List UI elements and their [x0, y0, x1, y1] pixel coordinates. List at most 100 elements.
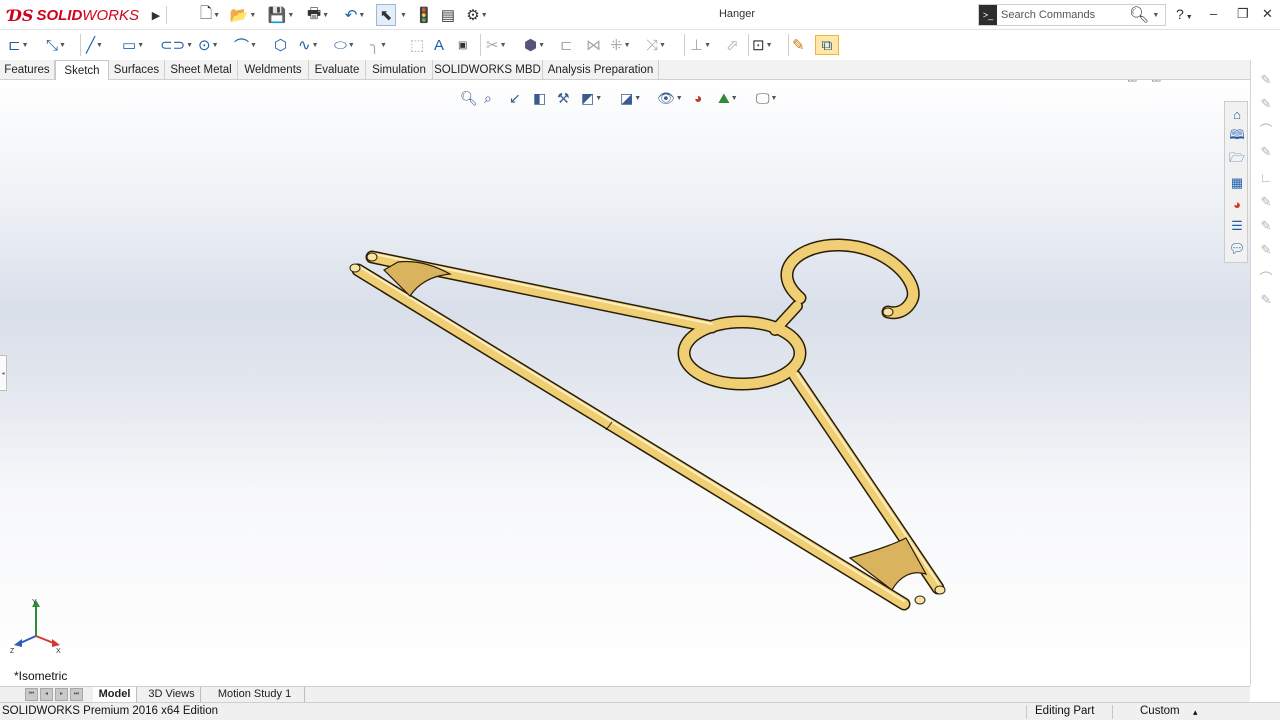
- open-icon: 📂: [229, 7, 249, 24]
- chevron-down-icon[interactable]: ▼: [249, 12, 256, 19]
- print-button[interactable]: 🖶 ▼: [302, 4, 334, 26]
- spline-button[interactable]: ∿ ▼: [298, 35, 326, 55]
- units-arrow-icon[interactable]: ▴: [1193, 707, 1198, 718]
- design-library-tab[interactable]: 🕮: [1227, 127, 1247, 147]
- next-tab-icon[interactable]: ▸: [55, 688, 68, 701]
- chevron-down-icon[interactable]: ▼: [1186, 14, 1193, 21]
- view-palette-tab[interactable]: ▦: [1227, 173, 1247, 193]
- tab-features[interactable]: Features: [0, 60, 55, 80]
- chevron-down-icon[interactable]: ▼: [22, 42, 29, 49]
- chevron-down-icon[interactable]: ▼: [766, 42, 773, 49]
- text-button[interactable]: A: [434, 35, 452, 55]
- options-button[interactable]: ⚙ ▼: [462, 4, 492, 26]
- offset-button[interactable]: ⊏: [560, 35, 582, 55]
- graphics-area[interactable]: 🔍︎ ⌕ ↙ ◧ ⚒ ◩▼ ◪▼ 👁︎▼ ◕ ⛰▼ 🖵▼ ◫ ◫ – ❐ ✕: [0, 80, 1250, 686]
- arc-button[interactable]: ⌒ ▼: [234, 35, 268, 55]
- chevron-down-icon[interactable]: ▼: [348, 42, 355, 49]
- close-button[interactable]: ✕: [1262, 6, 1273, 22]
- chevron-down-icon[interactable]: ▼: [322, 12, 329, 19]
- chevron-down-icon[interactable]: ▼: [213, 12, 220, 19]
- select-dropdown[interactable]: ▼: [398, 4, 408, 26]
- chevron-down-icon[interactable]: ▼: [212, 42, 219, 49]
- chevron-down-icon[interactable]: ▼: [704, 42, 711, 49]
- tab-sheet-metal[interactable]: Sheet Metal: [165, 60, 238, 80]
- rectangle-button[interactable]: ▭ ▼: [122, 35, 156, 55]
- trim-button[interactable]: ✂ ▼: [486, 35, 518, 55]
- tab-evaluate[interactable]: Evaluate: [309, 60, 366, 80]
- tab-surfaces[interactable]: Surfaces: [109, 60, 165, 80]
- chevron-down-icon[interactable]: ▼: [659, 42, 666, 49]
- slot-button[interactable]: ⊂⊃ ▼: [160, 35, 194, 55]
- ellipse-button[interactable]: ⬭ ▼: [334, 35, 364, 55]
- command-manager-tabs: Features Sketch Surfaces Sheet Metal Wel…: [0, 60, 1280, 81]
- file-explorer-tab[interactable]: 🗁: [1227, 150, 1247, 170]
- command-prompt-icon: >_: [979, 5, 997, 25]
- hanger-model[interactable]: [0, 80, 1250, 686]
- chevron-down-icon[interactable]: ▼: [287, 12, 294, 19]
- open-button[interactable]: 📂 ▼: [228, 4, 258, 26]
- file-properties-button[interactable]: ▤: [438, 4, 458, 26]
- expand-arrow-icon[interactable]: ▶: [150, 4, 162, 26]
- chevron-down-icon[interactable]: ▼: [624, 42, 631, 49]
- first-tab-icon[interactable]: ⏮: [25, 688, 38, 701]
- sketch-line-button[interactable]: ⊏ ▼: [8, 35, 40, 55]
- chevron-down-icon[interactable]: ▼: [250, 42, 257, 49]
- undo-button[interactable]: ↶ ▼: [338, 4, 372, 26]
- chevron-down-icon[interactable]: ▼: [1152, 12, 1159, 19]
- chevron-down-icon[interactable]: ▼: [481, 12, 488, 19]
- chevron-down-icon[interactable]: ▼: [137, 42, 144, 49]
- repair-sketch-button[interactable]: ⬀: [726, 35, 746, 55]
- previous-tab-icon[interactable]: ◂: [40, 688, 53, 701]
- line-button[interactable]: ╱ ▼: [86, 35, 116, 55]
- mirror-button[interactable]: ⋈: [586, 35, 608, 55]
- smart-dimension-button[interactable]: ⤡ ▼: [46, 35, 78, 55]
- chevron-down-icon[interactable]: ▼: [500, 42, 507, 49]
- display-relations-button[interactable]: ⊥ ▼: [690, 35, 724, 55]
- home-tab[interactable]: ⌂: [1227, 104, 1247, 124]
- forum-tab[interactable]: 💬︎: [1227, 239, 1247, 259]
- chevron-down-icon[interactable]: ▼: [59, 42, 66, 49]
- tab-weldments[interactable]: Weldments: [238, 60, 309, 80]
- search-input[interactable]: [997, 6, 1125, 24]
- instant2d-button[interactable]: ⧉: [815, 35, 839, 55]
- polygon-button[interactable]: ⬡: [274, 35, 294, 55]
- save-button[interactable]: 💾 ▼: [266, 4, 296, 26]
- search-commands-box[interactable]: >_ 🔍︎ ▼: [978, 4, 1166, 26]
- quick-snaps-button[interactable]: ⊡ ▼: [752, 35, 786, 55]
- chevron-down-icon[interactable]: ▼: [186, 42, 193, 49]
- plane-button[interactable]: ⬚: [410, 35, 430, 55]
- feature-manager-handle[interactable]: ◂: [0, 355, 7, 391]
- chevron-down-icon[interactable]: ▼: [358, 12, 365, 19]
- tab-simulation[interactable]: Simulation: [366, 60, 433, 80]
- tab-analysis-preparation[interactable]: Analysis Preparation: [543, 60, 659, 80]
- tab-motion-study-1[interactable]: Motion Study 1: [205, 687, 305, 702]
- custom-properties-tab[interactable]: ☰: [1227, 216, 1247, 236]
- convert-entities-button[interactable]: ⬢ ▼: [524, 35, 554, 55]
- chevron-down-icon[interactable]: ▼: [96, 42, 103, 49]
- rebuild-button[interactable]: 🚦: [415, 4, 434, 26]
- help-button[interactable]: ? ▼: [1176, 6, 1193, 22]
- solidworks-logo[interactable]: ƊS SOLID WORKS: [8, 5, 139, 25]
- chevron-down-icon[interactable]: ▼: [312, 42, 319, 49]
- new-document-button[interactable]: 🗋 ▼: [196, 4, 224, 26]
- tab-solidworks-mbd[interactable]: SOLIDWORKS MBD: [433, 60, 543, 80]
- point-button[interactable]: ▣: [458, 35, 476, 55]
- circle-button[interactable]: ⊙ ▼: [198, 35, 228, 55]
- last-tab-icon[interactable]: ⏭: [70, 688, 83, 701]
- linear-pattern-button[interactable]: ⁜ ▼: [610, 35, 642, 55]
- move-entities-button[interactable]: ⤨ ▼: [646, 35, 680, 55]
- tab-sketch[interactable]: Sketch: [55, 60, 109, 81]
- chevron-down-icon[interactable]: ▼: [538, 42, 545, 49]
- appearances-tab[interactable]: ◕: [1227, 194, 1247, 214]
- units-selector[interactable]: Custom: [1140, 705, 1180, 717]
- select-button[interactable]: ⬉: [376, 4, 396, 26]
- fillet-button[interactable]: ╮ ▼: [370, 35, 404, 55]
- tab-model[interactable]: Model: [93, 687, 137, 702]
- search-icon[interactable]: 🔍︎: [1129, 5, 1149, 25]
- restore-button[interactable]: ❐: [1237, 6, 1249, 22]
- rapid-sketch-button[interactable]: ✎: [792, 35, 812, 55]
- tab-3d-views[interactable]: 3D Views: [143, 687, 201, 702]
- minimize-button[interactable]: –: [1210, 6, 1217, 21]
- solidworks-window: ƊS SOLID WORKS ▶ 🗋 ▼ 📂 ▼ 💾 ▼ 🖶 ▼ ↶ ▼ ⬉ ▼ 🚦 ▤ ⚙…: [0, 0, 1280, 720]
- chevron-down-icon[interactable]: ▼: [380, 42, 387, 49]
